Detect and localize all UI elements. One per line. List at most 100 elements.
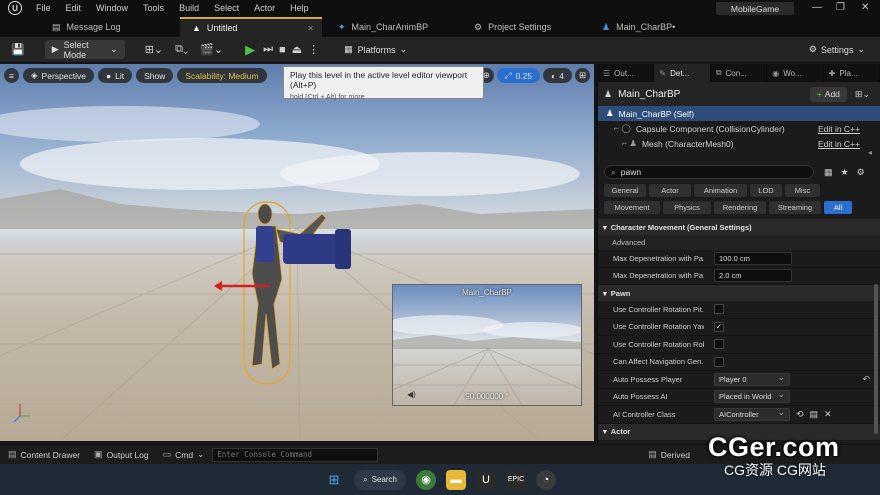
auto-possess-player-dropdown[interactable]: Player 0 [714, 372, 790, 386]
cmd-button[interactable]: ▭ Cmd ⌄ [163, 449, 205, 460]
tab-project-settings[interactable]: ⚙ Project Settings [462, 17, 590, 37]
menu-tools[interactable]: Tools [143, 3, 164, 13]
settings-button[interactable]: ⚙ Settings ⌄ [802, 40, 872, 59]
collapse-icon[interactable]: ◂ [868, 148, 872, 157]
tab-outliner[interactable]: ☰ Out... [598, 64, 655, 82]
cinematics-icon[interactable]: 🎬⌄ [200, 43, 223, 56]
windows-start-icon[interactable]: ⊞ [324, 470, 344, 490]
level-viewport[interactable]: ≡ ◈ Perspective ● Lit Show Scalability: … [0, 64, 594, 441]
grid-view-icon[interactable]: ▦ [824, 167, 833, 178]
filter-physics[interactable]: Physics [663, 201, 711, 214]
play-icon[interactable]: ▶ [245, 42, 255, 58]
menu-file[interactable]: File [36, 3, 51, 13]
tab-details[interactable]: ✎ Det... [654, 64, 711, 82]
eject-icon[interactable]: ⏏ [292, 43, 302, 56]
property-search-input[interactable]: ⌕ pawn [604, 165, 814, 179]
filter-streaming[interactable]: Streaming [769, 201, 821, 214]
camera-speed-button[interactable]: ⤢ 0.25 [496, 68, 541, 83]
yaw-checkbox[interactable]: ✓ [714, 321, 724, 332]
filter-actor[interactable]: Actor [649, 184, 691, 197]
lit-button[interactable]: ● Lit [97, 68, 133, 83]
ai-controller-dropdown[interactable]: AIController [714, 407, 790, 421]
grid-button[interactable]: ◐ 4 [543, 68, 572, 83]
derived-data-button[interactable]: ▤ Derived [648, 449, 690, 460]
prop-value-input[interactable]: 100.0 cm [714, 251, 792, 265]
filter-general[interactable]: General [604, 184, 646, 197]
favorite-star-icon[interactable]: ★ [841, 167, 849, 178]
blueprint-menu-icon[interactable]: ⧉⌄ [175, 43, 188, 56]
unreal-engine-icon[interactable]: U [476, 469, 496, 490]
menu-actor[interactable]: Actor [254, 3, 275, 13]
filter-movement[interactable]: Movement [604, 201, 660, 214]
taskbar-search-button[interactable]: ⌕ Search [354, 469, 406, 490]
chevron-down-icon: ⌄ [857, 44, 865, 54]
tab-main-charbp[interactable]: ♟ Main_CharBP• [590, 17, 740, 37]
content-drawer-button[interactable]: ▤ Content Drawer [8, 449, 80, 460]
menu-edit[interactable]: Edit [66, 3, 82, 13]
menu-help[interactable]: Help [290, 3, 309, 13]
tab-message-log[interactable]: ▤ Message Log [40, 17, 172, 37]
edit-cpp-link[interactable]: Edit in C++ [818, 139, 860, 149]
blueprint-options-icon[interactable]: ⊞⌄ [855, 89, 870, 100]
pitch-checkbox[interactable] [714, 304, 724, 315]
app-icon[interactable]: ◔ [536, 469, 556, 490]
file-explorer-icon[interactable]: ▬ [446, 469, 466, 490]
gear-icon[interactable]: ⚙ [857, 167, 865, 178]
minimize-icon[interactable]: — [812, 2, 822, 13]
step-icon[interactable]: ⏭ [263, 43, 273, 56]
auto-possess-ai-dropdown[interactable]: Placed in World [714, 389, 790, 404]
lit-label: Lit [115, 70, 125, 81]
stop-icon[interactable]: ■ [279, 44, 286, 56]
filter-all[interactable]: All [824, 201, 852, 214]
prop-value-input[interactable]: 2.0 cm [714, 269, 792, 283]
close-icon[interactable]: ✕ [861, 2, 869, 13]
select-mode-button[interactable]: ▶ Select Mode ⌄ [44, 40, 125, 60]
tree-item-mesh[interactable]: ⌐ ♟ Mesh (CharacterMesh0) Edit in C++ [598, 136, 880, 151]
tree-item-capsule[interactable]: ⌐ ◯ Capsule Component (CollisionCylinder… [598, 121, 880, 136]
epic-games-icon[interactable]: EPIC [506, 469, 526, 490]
section-pawn[interactable]: ▾ Pawn [598, 285, 880, 301]
chrome-icon[interactable]: ◉ [416, 469, 436, 490]
show-button[interactable]: Show [136, 68, 174, 83]
menu-build[interactable]: Build [179, 3, 199, 13]
browse-folder-icon[interactable]: ▤ [810, 409, 819, 420]
platforms-button[interactable]: ▦ Platforms ⌄ [337, 40, 414, 59]
tooltip-title: Play this level in the active level edit… [290, 70, 468, 90]
tab-components[interactable]: ⧉ Con... [711, 64, 768, 82]
maximize-icon[interactable]: ❐ [836, 2, 845, 13]
tree-item-self[interactable]: ♟ Main_CharBP (Self) [598, 106, 880, 121]
edit-cpp-link[interactable]: Edit in C++ [818, 124, 860, 134]
section-advanced[interactable]: Advanced [598, 235, 880, 250]
navigation-checkbox[interactable] [714, 356, 724, 367]
menu-window[interactable]: Window [96, 3, 128, 13]
menu-select[interactable]: Select [214, 3, 239, 13]
place-icon: ✚ [828, 68, 836, 78]
add-content-icon[interactable]: ⊞⌄ [145, 43, 163, 56]
clear-icon[interactable]: ✕ [824, 409, 832, 420]
tab-place[interactable]: ✚ Pla... [824, 64, 880, 82]
tab-untitled[interactable]: ▲ Untitled ✕ [180, 17, 322, 37]
close-tab-icon[interactable]: ✕ [307, 24, 314, 33]
save-icon[interactable]: 💾 [11, 43, 25, 56]
tab-main-charanimbp[interactable]: ✦ Main_CharAnimBP [326, 17, 462, 37]
roll-checkbox[interactable] [714, 339, 724, 350]
console-command-input[interactable]: Enter Console Command [212, 447, 379, 462]
output-log-button[interactable]: ▣ Output Log [94, 449, 149, 460]
filter-animation[interactable]: Animation [694, 184, 747, 197]
layout-icon[interactable]: ⊞ [575, 68, 590, 83]
details-scrollbar[interactable] [874, 284, 878, 434]
filter-rendering[interactable]: Rendering [714, 201, 766, 214]
perspective-button[interactable]: ◈ Perspective [23, 68, 94, 83]
filter-lod[interactable]: LOD [750, 184, 782, 197]
add-component-button[interactable]: + Add [809, 86, 847, 102]
more-options-icon[interactable]: ⋮ [308, 43, 319, 56]
reset-arrow-icon[interactable]: ↶ [862, 374, 870, 385]
scalability-button[interactable]: Scalability: Medium [177, 68, 267, 83]
use-selected-icon[interactable]: ⟲ [796, 409, 804, 420]
filter-misc[interactable]: Misc [785, 184, 820, 197]
tab-world[interactable]: ◉ Wo... [767, 64, 824, 82]
section-character-movement[interactable]: ▾ Character Movement (General Settings) [598, 219, 880, 235]
panel-tabs: ☰ Out... ✎ Det... ⧉ Con... ◉ Wo... ✚ Pla... [598, 64, 880, 82]
blueprint-icon: ♟ [602, 21, 611, 32]
viewport-menu-icon[interactable]: ≡ [4, 68, 19, 83]
